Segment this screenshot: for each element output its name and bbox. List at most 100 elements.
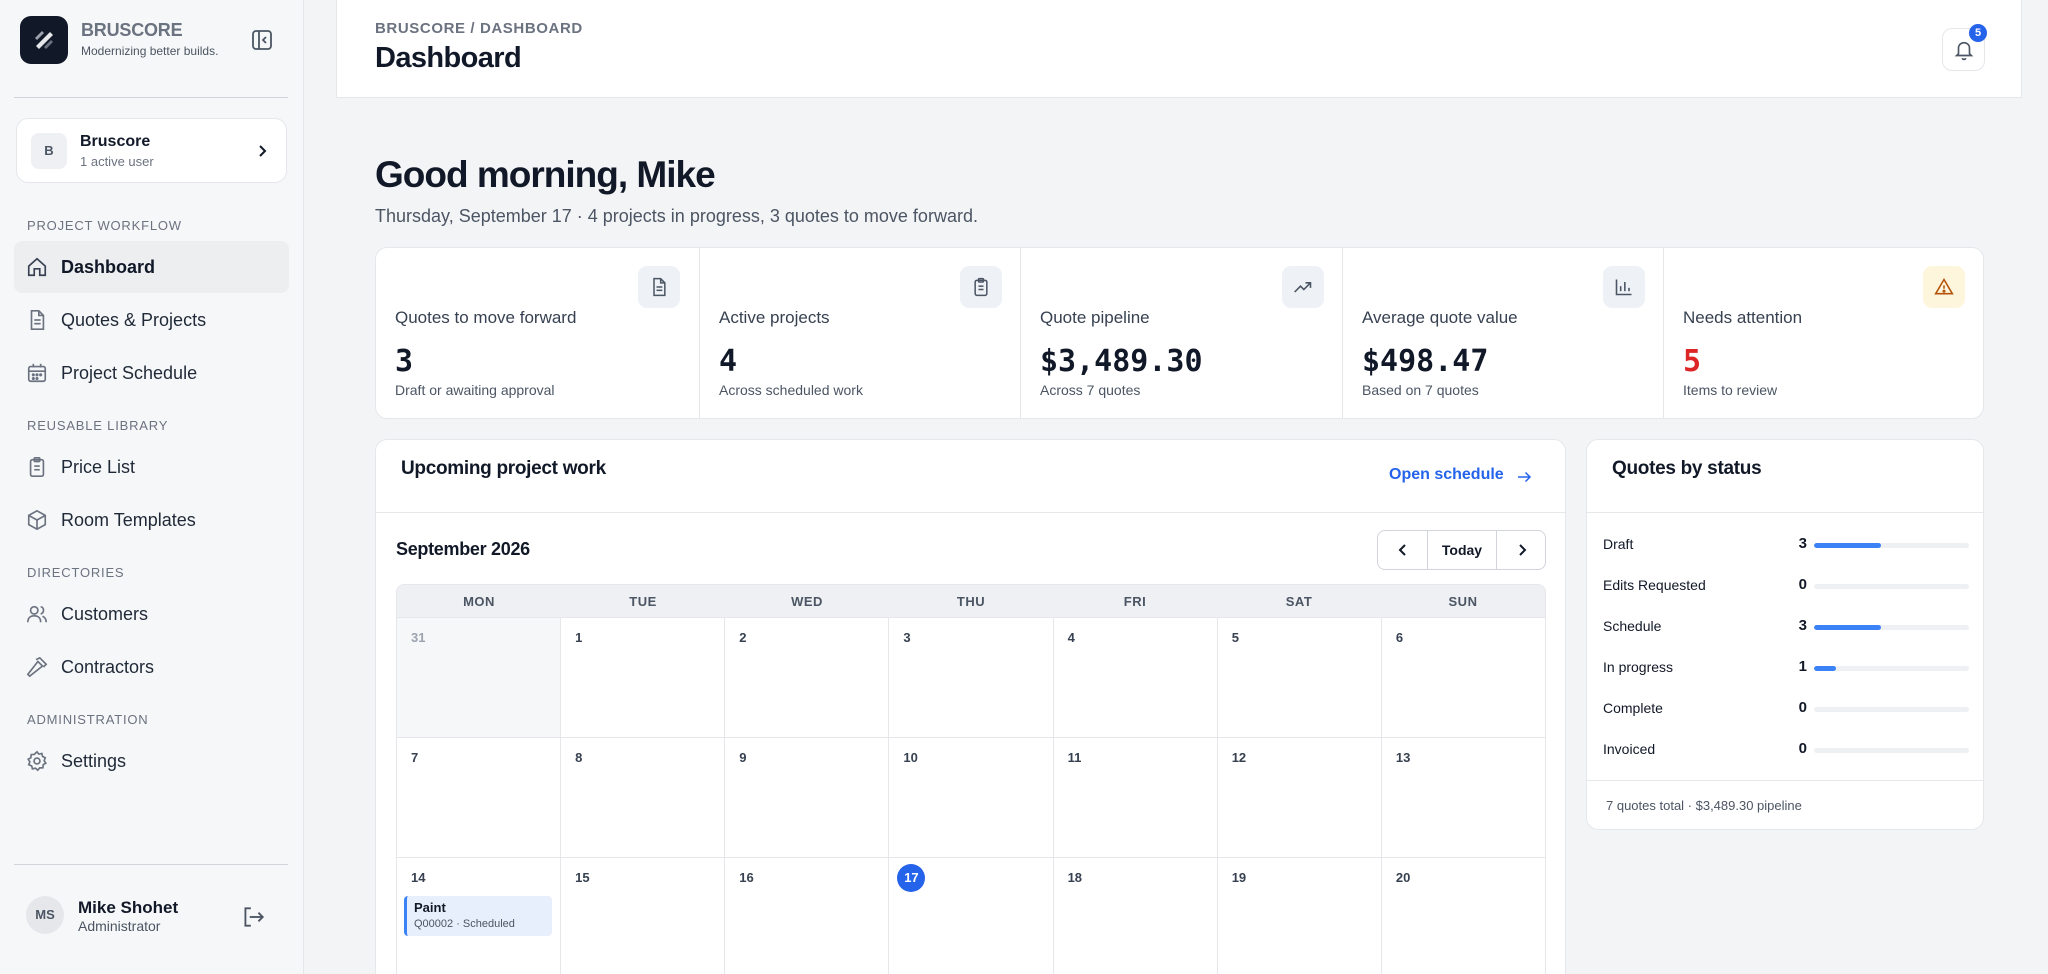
stat-label: Quotes to move forward	[395, 308, 577, 327]
account-switcher[interactable]: B Bruscore 1 active user	[16, 118, 287, 183]
sidebar-item-label: Contractors	[61, 657, 155, 677]
account-subtitle: 1 active user	[80, 154, 154, 169]
sidebar-item-label: Dashboard	[61, 257, 156, 277]
divider	[1587, 512, 1983, 513]
sidebar-item-label: Room Templates	[61, 510, 196, 530]
weekday-label: MON	[463, 594, 495, 609]
status-row: In progress 1	[1603, 656, 1969, 680]
event-subtitle: Q00002 · Scheduled	[414, 918, 515, 930]
cube-icon	[26, 509, 48, 531]
calendar-day[interactable]: 14 Paint Q00002 · Scheduled	[397, 858, 562, 974]
calendar-day[interactable]: 13	[1382, 738, 1545, 857]
stats-row: Quotes to move forward 3 Draft or awaiti…	[375, 247, 1984, 419]
weekday-label: SAT	[1285, 594, 1313, 609]
event-title: Paint	[414, 900, 446, 915]
sidebar: BRUSCORE Modernizing better builds. B Br…	[0, 0, 304, 974]
day-number: 2	[739, 630, 747, 645]
calendar-day[interactable]: 11	[1054, 738, 1218, 857]
weekday-label: SUN	[1448, 594, 1478, 609]
stat-subtitle: Items to review	[1683, 382, 1778, 398]
stat-card-average-quote[interactable]: Average quote value $498.47 Based on 7 q…	[1342, 248, 1663, 418]
greeting-subtitle: Thursday, September 17 · 4 projects in p…	[375, 206, 978, 226]
sidebar-item-project-schedule[interactable]: Project Schedule	[14, 347, 289, 399]
sidebar-item-quotes-projects[interactable]: Quotes & Projects	[14, 294, 289, 346]
calendar-day[interactable]: 7	[397, 738, 562, 857]
weekday-label: WED	[791, 594, 823, 609]
calendar-day[interactable]: 4	[1054, 618, 1218, 737]
calendar-day[interactable]: 19	[1218, 858, 1382, 974]
sidebar-item-room-templates[interactable]: Room Templates	[14, 494, 289, 546]
prev-month-button[interactable]	[1378, 531, 1428, 569]
status-count: 0	[1798, 740, 1807, 757]
sidebar-item-label: Settings	[61, 751, 127, 771]
calendar-day[interactable]: 20	[1382, 858, 1545, 974]
status-bar-fill	[1814, 543, 1881, 548]
day-number: 10	[903, 750, 918, 765]
status-name: Schedule	[1603, 618, 1662, 634]
stat-value: 4	[719, 344, 738, 379]
day-number: 16	[739, 870, 754, 885]
stat-subtitle: Draft or awaiting approval	[395, 382, 555, 398]
calendar-week: 7 8 9 10 11 12 13	[397, 738, 1545, 858]
schedule-event[interactable]: Paint Q00002 · Scheduled	[404, 896, 552, 936]
stat-card-quotes-forward[interactable]: Quotes to move forward 3 Draft or awaiti…	[376, 248, 699, 418]
status-bar-fill	[1814, 666, 1836, 671]
user-name: Mike Shohet	[78, 898, 179, 917]
sidebar-item-settings[interactable]: Settings	[14, 735, 289, 787]
account-avatar: B	[31, 133, 67, 169]
page-title: Dashboard	[375, 42, 522, 74]
calendar-day[interactable]: 16	[725, 858, 890, 974]
sidebar-item-label: Customers	[61, 604, 149, 624]
status-name: In progress	[1603, 659, 1674, 675]
calendar-day[interactable]: 10	[889, 738, 1054, 857]
stat-label: Active projects	[719, 308, 830, 327]
day-number: 4	[1067, 630, 1075, 645]
section-reusable-library: REUSABLE LIBRARY	[27, 418, 169, 433]
calendar-day[interactable]: 18	[1054, 858, 1218, 974]
stat-card-needs-attention[interactable]: Needs attention 5 Items to review	[1663, 248, 1983, 418]
sidebar-item-contractors[interactable]: Contractors	[14, 641, 289, 693]
stat-card-active-projects[interactable]: Active projects 4 Across scheduled work	[699, 248, 1020, 418]
day-number: 13	[1395, 750, 1411, 765]
arrow-right-icon[interactable]	[1515, 468, 1533, 486]
status-footer: 7 quotes total · $3,489.30 pipeline	[1606, 798, 1802, 813]
status-row: Schedule 3	[1603, 615, 1969, 639]
stat-card-quote-pipeline[interactable]: Quote pipeline $3,489.30 Across 7 quotes	[1020, 248, 1342, 418]
calendar-day[interactable]: 8	[561, 738, 726, 857]
month-label: September 2026	[396, 539, 530, 559]
calendar-day[interactable]: 1	[561, 618, 726, 737]
today-button[interactable]: Today	[1428, 531, 1496, 569]
breadcrumb: BRUSCORE / DASHBOARD	[375, 20, 583, 37]
user-role: Administrator	[78, 918, 161, 934]
user-avatar: MS	[26, 896, 64, 934]
logout-icon[interactable]	[240, 904, 266, 930]
calendar-day-today[interactable]: 17	[889, 858, 1054, 974]
sidebar-item-price-list[interactable]: Price List	[14, 441, 289, 493]
calendar-day[interactable]: 15	[561, 858, 726, 974]
calendar-day[interactable]: 31	[397, 618, 562, 737]
divider	[376, 512, 1565, 513]
section-administration: ADMINISTRATION	[27, 712, 149, 727]
stat-subtitle: Based on 7 quotes	[1362, 382, 1479, 398]
stat-value: 3	[395, 344, 414, 379]
status-count: 0	[1798, 699, 1807, 716]
calendar-day[interactable]: 2	[725, 618, 890, 737]
calendar-day[interactable]: 3	[889, 618, 1054, 737]
calendar-day[interactable]: 6	[1382, 618, 1545, 737]
calendar-day[interactable]: 5	[1218, 618, 1382, 737]
collapse-sidebar-icon[interactable]	[248, 26, 276, 54]
sidebar-item-customers[interactable]: Customers	[14, 588, 289, 640]
hammer-icon	[26, 656, 48, 678]
stat-value: $3,489.30	[1040, 344, 1203, 379]
calendar-day[interactable]: 12	[1218, 738, 1382, 857]
calendar-day[interactable]: 9	[725, 738, 890, 857]
clipboard-icon	[26, 456, 48, 478]
open-schedule-link[interactable]: Open schedule	[1389, 466, 1504, 484]
next-month-button[interactable]	[1496, 531, 1545, 569]
day-number: 18	[1067, 870, 1083, 885]
document-icon	[638, 266, 680, 308]
status-bar	[1814, 666, 1969, 671]
status-name: Complete	[1603, 700, 1663, 716]
sidebar-item-dashboard[interactable]: Dashboard	[14, 241, 289, 293]
brand-name: BRUSCORE	[81, 20, 183, 40]
